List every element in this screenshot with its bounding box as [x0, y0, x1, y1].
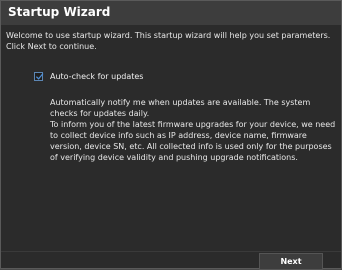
- description-privacy: To inform you of the latest firmware upg…: [50, 120, 336, 162]
- check-icon: [35, 73, 44, 80]
- startup-wizard-dialog: Startup Wizard Welcome to use startup wi…: [0, 0, 342, 270]
- description-notify: Automatically notify me when updates are…: [50, 98, 311, 118]
- next-button[interactable]: Next: [259, 253, 323, 270]
- title-bar: Startup Wizard: [1, 1, 341, 25]
- intro-text: Welcome to use startup wizard. This star…: [6, 31, 331, 51]
- auto-check-label[interactable]: Auto-check for updates: [50, 71, 143, 82]
- auto-check-checkbox[interactable]: [34, 72, 44, 81]
- auto-check-description: Automatically notify me when updates are…: [50, 97, 338, 163]
- dialog-title: Startup Wizard: [8, 5, 111, 19]
- footer-divider: [1, 251, 341, 252]
